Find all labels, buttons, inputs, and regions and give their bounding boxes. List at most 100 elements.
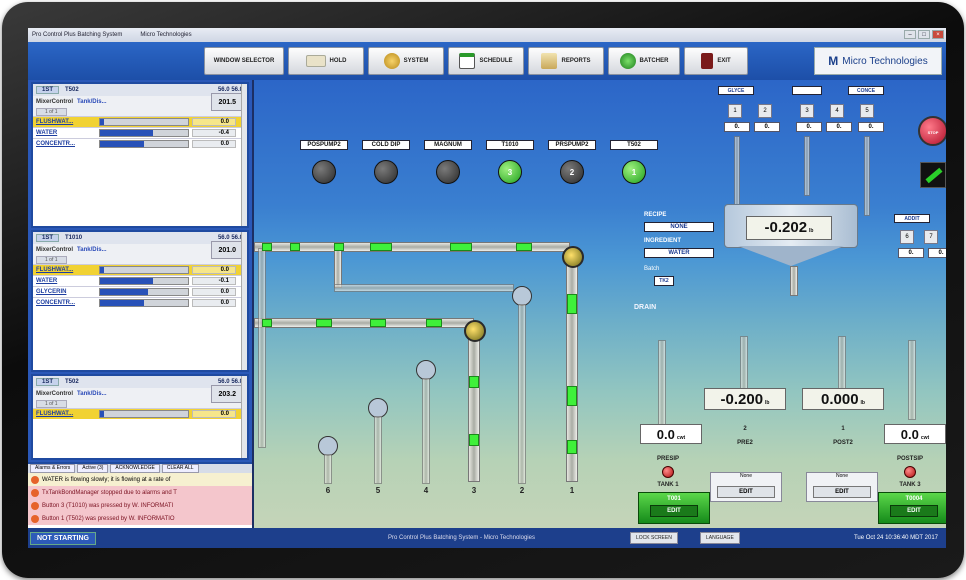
tank4-value: 0.0 <box>900 427 919 442</box>
ingredient-row[interactable]: GLYCERIN 0.0 <box>33 286 247 297</box>
clear-all-button[interactable]: CLEAR ALL <box>161 464 199 473</box>
recipe-selector[interactable]: None EDIT <box>806 472 878 502</box>
ingredient-value: 0.0 <box>192 140 236 148</box>
alarm-dot-icon <box>31 488 39 497</box>
tank-link[interactable]: Tank/Dis... <box>77 247 107 253</box>
estop-icon[interactable]: STOP <box>918 116 946 146</box>
lock-screen-button[interactable]: LOCK SCREEN <box>630 532 678 544</box>
tank-link[interactable]: Tank/Dis... <box>77 99 107 105</box>
system-button[interactable]: SYSTEM <box>368 47 444 75</box>
tank3-name: POST2 <box>833 440 853 446</box>
alarm-item[interactable]: Button 1 (T502) was pressed by W. INFORM… <box>28 512 252 525</box>
ingredient-row[interactable]: WATER -0.4 <box>33 127 247 138</box>
feed-tank[interactable]: 2 <box>758 104 772 118</box>
ingredient-name[interactable]: FLUSHWAT... <box>36 119 96 125</box>
system-icon <box>383 53 400 69</box>
tank-link[interactable]: Tank/Dis... <box>77 391 107 397</box>
tank3-unit: lb <box>860 400 865 406</box>
tank3-number: 1 <box>841 426 845 432</box>
card-scrollbar[interactable] <box>241 84 247 226</box>
ingredient-row[interactable]: CONCENTR... 0.0 <box>33 138 247 149</box>
pipe <box>838 336 846 396</box>
conce-label: CONCE <box>848 86 884 95</box>
outlet-valve-icon[interactable] <box>368 398 388 418</box>
ingredient-value: 0.0 <box>192 266 236 274</box>
ingredient-name[interactable]: GLYCERIN <box>36 289 96 295</box>
ingredient-name[interactable]: FLUSHWAT... <box>36 267 96 273</box>
tank1-name: PRESIP <box>656 456 679 462</box>
card-scrollbar[interactable] <box>241 232 247 370</box>
ingredient-name[interactable]: CONCENTR... <box>36 141 96 147</box>
batch-total: 201.0 <box>211 240 243 259</box>
ingredient-row[interactable]: FLUSHWAT... 0.0 <box>33 408 247 419</box>
batcher-label: BATCHER <box>639 58 669 64</box>
pump-icon[interactable] <box>436 160 460 184</box>
alarm-item[interactable]: WATER is flowing slowly; it is flowing a… <box>28 473 252 486</box>
tank4-edit-button[interactable]: T0004 EDIT <box>878 492 946 524</box>
acknowledge-button[interactable]: ACKNOWLEDGE <box>110 464 160 473</box>
language-button[interactable]: LANGUAGE <box>700 532 740 544</box>
ingredient-label: INGREDIENT <box>644 238 682 244</box>
pump-icon[interactable] <box>374 160 398 184</box>
pump-icon[interactable] <box>312 160 336 184</box>
ingredient-name[interactable]: WATER <box>36 130 96 136</box>
schedule-label: SCHEDULE <box>479 58 513 64</box>
flow-indicator <box>316 319 332 327</box>
ingredient-name[interactable]: FLUSHWAT... <box>36 411 96 417</box>
pump-icon[interactable]: 1 <box>622 160 646 184</box>
card-mixer-row: MixerControl Tank/Dis... 201.0 <box>33 240 247 259</box>
tank1-edit-button[interactable]: T001 EDIT <box>638 492 710 524</box>
ingredient-row[interactable]: CONCENTR... 0.0 <box>33 297 247 308</box>
ingredient-name[interactable]: CONCENTR... <box>36 300 96 306</box>
flow-indicator <box>567 440 577 454</box>
feed-tank[interactable]: 4 <box>830 104 844 118</box>
alarm-item[interactable]: Button 3 (T1010) was pressed by W. INFOR… <box>28 499 252 512</box>
pump-label: POSPUMP2 <box>300 140 348 150</box>
edit-button[interactable]: EDIT <box>813 486 871 498</box>
schedule-button[interactable]: SCHEDULE <box>448 47 524 75</box>
feed-tank[interactable]: 1 <box>728 104 742 118</box>
key-switch-icon[interactable] <box>920 162 946 188</box>
ingredient-row[interactable]: FLUSHWAT... 0.0 <box>33 264 247 275</box>
close-button[interactable]: × <box>932 30 944 39</box>
card-scrollbar[interactable] <box>241 376 247 458</box>
feed-tank[interactable]: 7 <box>924 230 938 244</box>
batch-total: 201.5 <box>211 92 243 111</box>
minimize-button[interactable]: – <box>904 30 916 39</box>
ingredient-name[interactable]: WATER <box>36 278 96 284</box>
outlet-valve-icon[interactable] <box>416 360 436 380</box>
ingredient-row[interactable]: FLUSHWAT... 0.0 <box>33 116 247 127</box>
hold-button[interactable]: HOLD <box>288 47 364 75</box>
valve-icon[interactable] <box>464 320 486 342</box>
feed-tank[interactable]: 6 <box>900 230 914 244</box>
alarm-item[interactable]: TxTankBondManager stopped due to alarms … <box>28 486 252 499</box>
feed-tank[interactable]: 3 <box>800 104 814 118</box>
exit-button[interactable]: EXIT <box>684 47 748 75</box>
outlet-valve-icon[interactable] <box>512 286 532 306</box>
tank1-unit: cwt <box>676 435 686 441</box>
tab-active[interactable]: Active (3) <box>77 464 109 473</box>
title-bar: Pro Control Plus Batching System Micro T… <box>28 28 946 42</box>
pipe <box>740 336 748 396</box>
pipe <box>422 378 430 484</box>
valve-icon[interactable] <box>562 246 584 268</box>
drain-label: DRAIN <box>634 304 657 311</box>
tab-alarms-errors[interactable]: Alarms & Errors <box>30 464 76 473</box>
batch-order: 1ST <box>36 234 60 242</box>
pump-icon[interactable]: 3 <box>498 160 522 184</box>
batcher-button[interactable]: BATCHER <box>608 47 680 75</box>
reports-button[interactable]: REPORTS <box>528 47 604 75</box>
pump-icon[interactable]: 2 <box>560 160 584 184</box>
recipe-selector[interactable]: None EDIT <box>710 472 782 502</box>
maximize-button[interactable]: □ <box>918 30 930 39</box>
pipe <box>324 454 332 484</box>
flow-indicator <box>426 319 442 327</box>
edit-button[interactable]: EDIT <box>717 486 775 498</box>
tank2-unit: lb <box>765 400 770 406</box>
batch-tank: T502 <box>65 87 79 93</box>
recipe-label: RECIPE <box>644 212 667 218</box>
outlet-valve-icon[interactable] <box>318 436 338 456</box>
ingredient-row[interactable]: WATER -0.1 <box>33 275 247 286</box>
feed-tank[interactable]: 5 <box>860 104 874 118</box>
window-selector-button[interactable]: WINDOW SELECTOR <box>204 47 284 75</box>
